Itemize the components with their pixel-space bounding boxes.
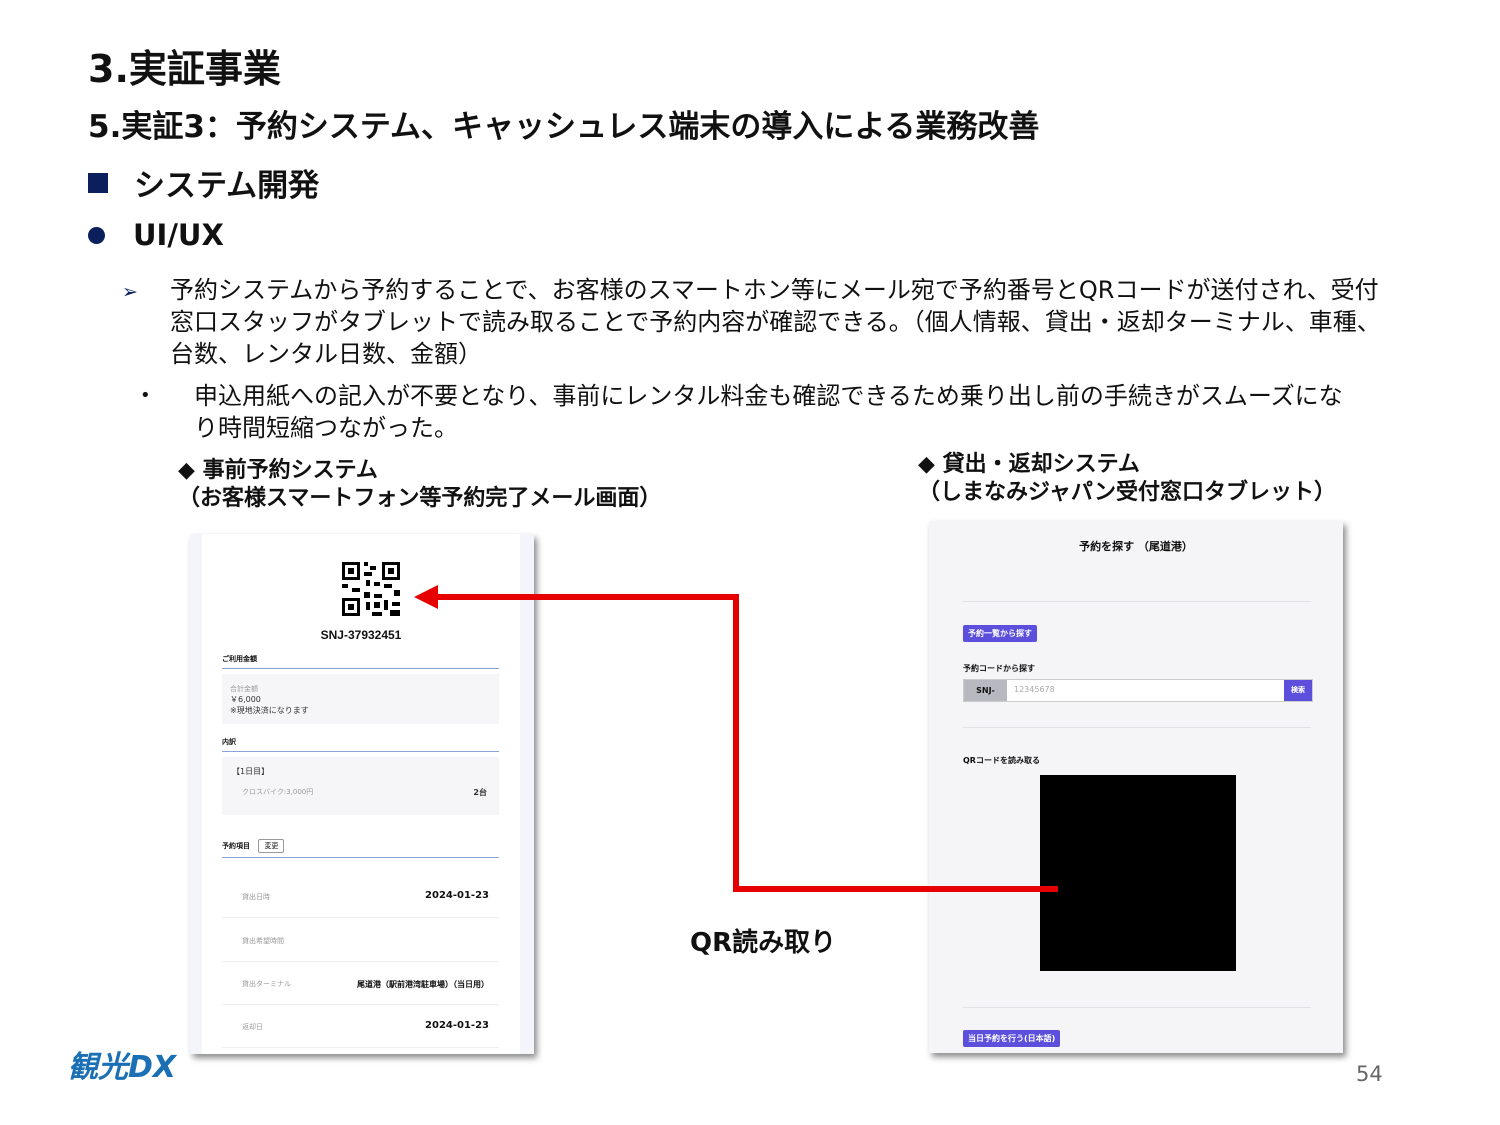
topic-title: UI/UX <box>88 218 224 252</box>
item-label: クロスバイク:3,000円 <box>242 788 314 796</box>
logo-text: 観光DX <box>68 1050 177 1085</box>
bullet-text-1: 予約システムから予約することで、お客様のスマートホン等にメール宛で予約番号とQR… <box>170 276 1381 368</box>
breakdown-heading: 内訳 <box>222 737 499 752</box>
total-value: ￥6,000 <box>230 695 261 704</box>
booking-code: SNJ-37932451 <box>320 628 402 642</box>
qr-read-label: QRコードを読み取る <box>963 756 1040 765</box>
detail-row-label: 貸出日時 <box>242 893 270 901</box>
detail-row-value: 2024-01-23 <box>425 890 489 901</box>
subsection-title-text: システム開発 <box>134 168 320 204</box>
dot-bullet-icon: • <box>140 385 151 406</box>
code-search-field: SNJ- 12345678 検索 <box>963 679 1313 702</box>
tablet-screenshot: 予約を探す （尾道港） 予約一覧から探す 予約コードから探す SNJ- 1234… <box>929 521 1343 1053</box>
detail-row-label: 返却日 <box>242 1023 263 1031</box>
item-quantity: 2台 <box>473 788 487 797</box>
same-day-reservation-button[interactable]: 当日予約を行う(日本語) <box>963 1030 1061 1047</box>
divider <box>963 727 1311 728</box>
detail-row: 貸出日時 2024-01-23 <box>222 874 499 918</box>
code-prefix: SNJ- <box>964 680 1007 701</box>
reservation-list-button[interactable]: 予約一覧から探す <box>963 625 1037 642</box>
tablet-title: 予約を探す （尾道港） <box>1079 540 1193 553</box>
change-button[interactable]: 変更 <box>258 839 285 853</box>
detail-row: 返却日 2024-01-23 <box>222 1004 499 1048</box>
arrow-bullet-icon: ➢ <box>122 281 138 303</box>
left-caption: ◆ 事前予約システム （お客様スマートフォン等予約完了メール画面） <box>178 458 662 511</box>
total-label: 合計金額 <box>230 685 258 693</box>
page-number: 54 <box>1356 1062 1383 1086</box>
qr-code-icon <box>330 554 412 624</box>
detail-row: 貸出希望時間 <box>222 918 499 962</box>
bullet-text-2: 申込用紙への記入が不要となり、事前にレンタル料金も確認できるため乗り出し前の手続… <box>194 382 1343 442</box>
usage-heading: ご利用金額 <box>222 654 499 669</box>
right-caption: ◆ 貸出・返却システム （しまなみジャパン受付窓口タブレット） <box>918 452 1337 505</box>
logo: 観光DX <box>68 1042 176 1086</box>
day-label: 【1日目】 <box>232 767 270 776</box>
section-title: 5.実証3：予約システム、キャッシュレス端末の導入による業務改善 <box>88 109 1040 145</box>
detail-row-value: 尾道港（駅前港湾駐車場）（当日用） <box>357 980 489 989</box>
bullet-item-1: ➢ 予約システムから予約することで、お客様のスマートホン等にメール宛で予約番号と… <box>122 274 1412 370</box>
circle-bullet-icon <box>88 226 105 244</box>
payment-note: ※現地決済になります <box>230 706 309 715</box>
phone-screenshot: SNJ-37932451 ご利用金額 合計金額 ￥6,000 ※現地決済になりま… <box>190 534 534 1054</box>
subsection-title: システム開発 <box>88 160 319 205</box>
square-bullet-icon <box>88 172 108 193</box>
code-input[interactable]: 12345678 <box>1014 685 1055 694</box>
topic-title-text: UI/UX <box>133 218 224 252</box>
detail-row-value: 2024-01-23 <box>425 1020 489 1031</box>
qr-read-caption: QR読み取り <box>690 928 837 958</box>
items-heading: 予約項目 変更 <box>222 839 499 858</box>
page-title: 3.実証事業 <box>88 47 281 91</box>
code-search-label: 予約コードから探す <box>963 664 1035 673</box>
total-box: 合計金額 ￥6,000 ※現地決済になります <box>222 674 499 724</box>
search-button[interactable]: 検索 <box>1284 680 1312 701</box>
detail-row: 貸出ターミナル 尾道港（駅前港湾駐車場）（当日用） <box>222 961 499 1005</box>
items-heading-text: 予約項目 <box>222 842 250 850</box>
breakdown-box: 【1日目】 クロスバイク:3,000円 2台 <box>222 757 499 815</box>
camera-preview[interactable] <box>1040 775 1236 971</box>
detail-row-label: 貸出ターミナル <box>242 980 291 988</box>
divider <box>963 601 1311 602</box>
bullet-item-2: • 申込用紙への記入が不要となり、事前にレンタル料金も確認できるため乗り出し前の… <box>140 380 1412 444</box>
divider <box>963 1007 1311 1008</box>
detail-row-label: 貸出希望時間 <box>242 937 284 945</box>
